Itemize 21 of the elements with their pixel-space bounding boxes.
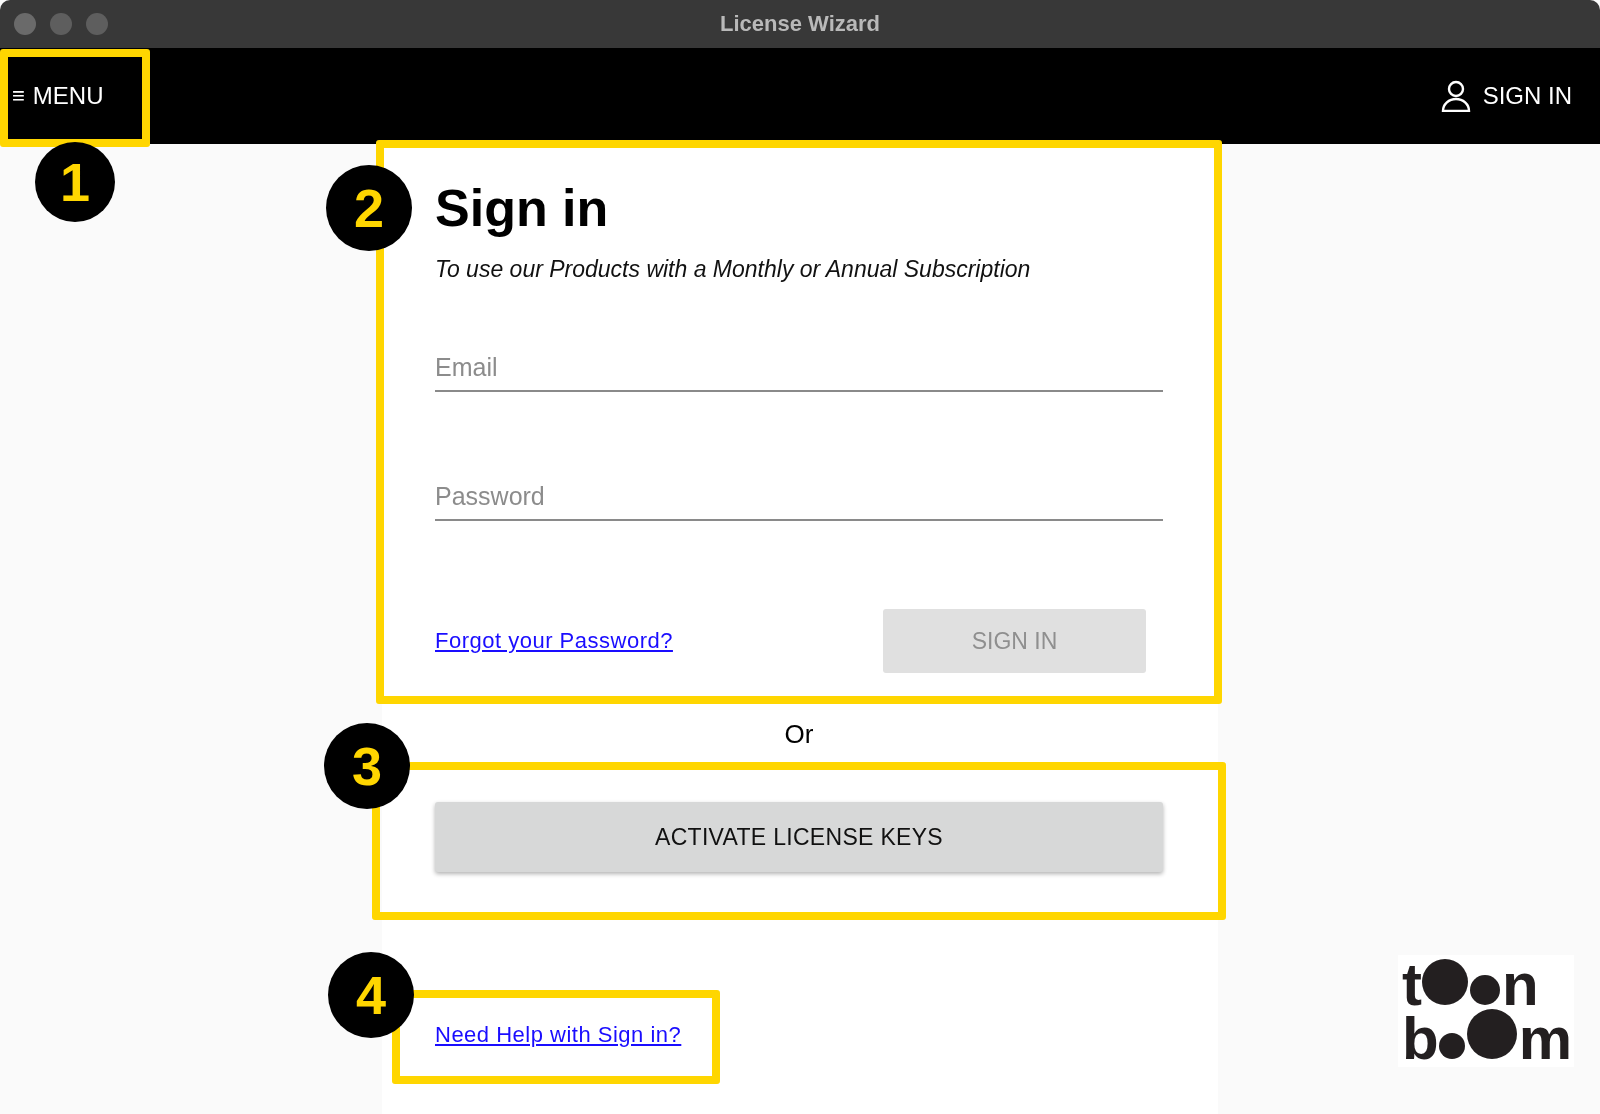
sign-in-heading: Sign in xyxy=(435,178,610,239)
callout-number: 1 xyxy=(35,142,115,222)
callout-number: 3 xyxy=(324,723,410,809)
window-close-button[interactable] xyxy=(14,13,36,35)
or-separator: Or xyxy=(784,719,814,750)
callout-number: 2 xyxy=(326,165,412,251)
menu-icon: ≡ xyxy=(12,83,25,109)
menu-button[interactable]: ≡ MENU xyxy=(0,81,110,111)
user-icon xyxy=(1440,80,1471,112)
password-field[interactable]: Password xyxy=(435,474,1163,521)
forgot-password-link[interactable]: Forgot your Password? xyxy=(435,628,673,654)
subtitle: To use our Products with a Monthly or Annual Subscription xyxy=(435,256,1032,283)
window-minimize-button[interactable] xyxy=(50,13,72,35)
help-link[interactable]: Need Help with Sign in? xyxy=(435,1022,682,1048)
activate-license-keys-button[interactable]: ACTIVATE LICENSE KEYS xyxy=(435,802,1163,872)
callout-number: 4 xyxy=(328,952,414,1038)
brand-logo: t n b m xyxy=(1402,959,1570,1063)
email-field[interactable]: Email xyxy=(435,345,1163,392)
sign-in-button[interactable]: SIGN IN xyxy=(1434,79,1600,113)
window-zoom-button[interactable] xyxy=(86,13,108,35)
window-title: License Wizard xyxy=(720,11,880,37)
